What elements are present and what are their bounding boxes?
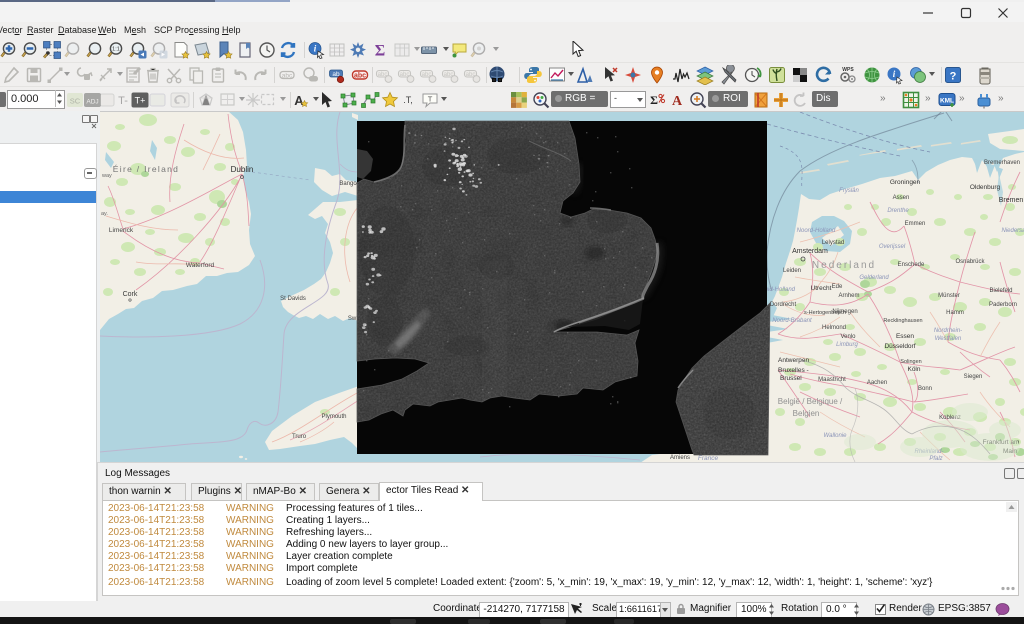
svg-text:Arnhem: Arnhem	[838, 293, 859, 299]
svg-text:Noord-Brabant: Noord-Brabant	[772, 318, 812, 324]
svg-text:Oldenburg: Oldenburg	[970, 184, 1001, 191]
svg-text:Plymouth: Plymouth	[321, 414, 346, 420]
svg-text:Westfalen: Westfalen	[935, 336, 962, 342]
svg-text:Helmond: Helmond	[822, 325, 846, 331]
svg-text:Overijssel: Overijssel	[879, 244, 906, 250]
svg-text:Gelderland: Gelderland	[859, 275, 889, 281]
svg-text:Limerick: Limerick	[109, 227, 134, 234]
svg-text:Bielefeld: Bielefeld	[989, 288, 1012, 294]
svg-text:T-: T-	[118, 95, 128, 107]
svg-text:Niedersac: Niedersac	[1001, 228, 1024, 234]
svg-text:Venlo: Venlo	[840, 334, 856, 340]
svg-text:ADJ: ADJ	[86, 99, 98, 106]
svg-text:abc: abc	[354, 73, 366, 80]
svg-text:Münster: Münster	[938, 293, 960, 299]
svg-text:Limburg: Limburg	[836, 342, 858, 348]
svg-text:?: ?	[950, 71, 957, 83]
svg-text:Antwerpen: Antwerpen	[778, 357, 809, 364]
svg-text:Düsseldorf: Düsseldorf	[884, 343, 915, 350]
svg-text:1:1: 1:1	[112, 47, 120, 53]
svg-text:Amiens: Amiens	[670, 455, 690, 461]
svg-text:Ede: Ede	[832, 284, 843, 290]
svg-text:Solingen: Solingen	[900, 359, 921, 365]
svg-text:Enschede: Enschede	[898, 262, 925, 268]
svg-text:Truro: Truro	[292, 434, 307, 440]
svg-text:T: T	[428, 95, 433, 104]
svg-text:Assen: Assen	[893, 195, 910, 201]
svg-text:St Davids: St Davids	[280, 296, 306, 302]
svg-text:Sw: Sw	[348, 316, 357, 322]
svg-text:Bremerhaven: Bremerhaven	[984, 160, 1020, 166]
svg-text:Brussel: Brussel	[780, 375, 802, 382]
svg-text:Hamm: Hamm	[946, 310, 964, 316]
svg-text:Nederland: Nederland	[812, 260, 876, 271]
svg-text:Bangor: Bangor	[339, 181, 358, 187]
svg-text:ay.: ay.	[101, 211, 108, 217]
svg-text:Drenthe: Drenthe	[887, 208, 909, 214]
svg-text:Cork: Cork	[123, 291, 138, 298]
svg-text:Emmen: Emmen	[905, 221, 926, 227]
svg-text:Bremen: Bremen	[999, 197, 1024, 204]
svg-text:Siegen: Siegen	[964, 374, 983, 380]
svg-text:.T,: .T,	[403, 95, 413, 105]
svg-text:Dordrecht: Dordrecht	[770, 302, 797, 308]
svg-text:Wallonie: Wallonie	[824, 433, 848, 439]
svg-text:Noord-Holland: Noord-Holland	[797, 228, 836, 234]
svg-text:France: France	[698, 455, 719, 462]
svg-text:Nordrhein-: Nordrhein-	[934, 328, 962, 334]
svg-text:Lelystad: Lelystad	[822, 240, 844, 246]
svg-text:Maastricht: Maastricht	[818, 377, 846, 383]
svg-text:Bruxelles -: Bruxelles -	[778, 367, 809, 374]
svg-text:Essen: Essen	[896, 333, 914, 340]
svg-text:Groningen: Groningen	[890, 179, 921, 186]
svg-text:Amsterdam: Amsterdam	[792, 248, 828, 255]
svg-text:België / Belgique /: België / Belgique /	[778, 397, 843, 406]
svg-text:way: way	[101, 173, 112, 179]
svg-text:Σ: Σ	[375, 43, 385, 60]
svg-text:Utrecht: Utrecht	[811, 285, 832, 292]
svg-text:Bonn: Bonn	[918, 386, 932, 392]
svg-text:Köln: Köln	[907, 366, 920, 373]
svg-text:s-Hertogenbosch: s-Hertogenbosch	[804, 310, 846, 316]
svg-text:T+: T+	[135, 96, 146, 106]
svg-text:Éire / Ireland: Éire / Ireland	[113, 164, 179, 174]
svg-text:SC: SC	[70, 97, 81, 106]
svg-text:Σ: Σ	[650, 93, 658, 107]
svg-text:abc: abc	[282, 73, 293, 80]
svg-text:Osnabrück: Osnabrück	[955, 259, 985, 265]
svg-text:Fryslân: Fryslân	[839, 188, 859, 194]
svg-text:Dublin: Dublin	[231, 165, 254, 174]
svg-text:Paderborn: Paderborn	[989, 302, 1017, 308]
svg-text:Aachen: Aachen	[867, 380, 887, 386]
svg-text:A: A	[672, 94, 683, 109]
svg-text:Waterford: Waterford	[186, 262, 215, 269]
svg-text:Recklinghausen: Recklinghausen	[883, 318, 922, 324]
svg-text:Belgien: Belgien	[793, 409, 820, 418]
svg-text:Leiden: Leiden	[783, 268, 801, 274]
svg-text:WPS: WPS	[842, 67, 854, 73]
